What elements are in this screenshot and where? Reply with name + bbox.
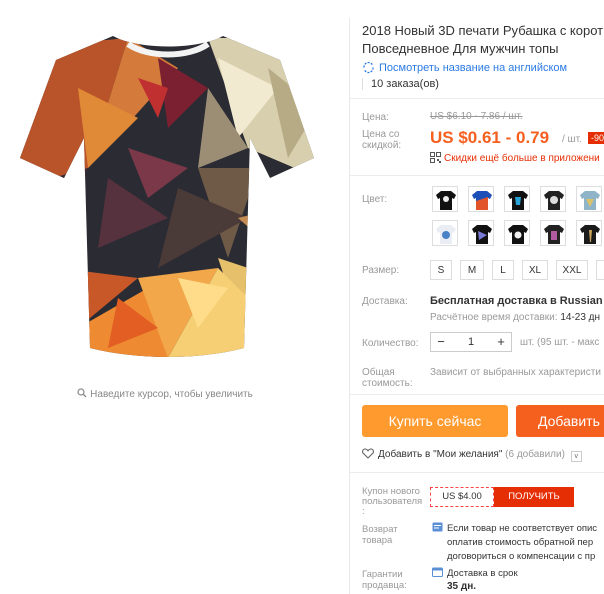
discount-price-label-line1: Цена со bbox=[362, 129, 400, 140]
zoom-hint: Наведите курсор, чтобы увеличить bbox=[0, 388, 330, 401]
color-swatch[interactable] bbox=[576, 220, 602, 246]
color-swatch[interactable] bbox=[504, 220, 530, 246]
size-option-xxl[interactable]: XXL bbox=[556, 260, 588, 280]
discount-badge: -90 bbox=[588, 132, 604, 144]
size-label: Размер: bbox=[362, 265, 400, 276]
guarantee-text: Доставка в срок bbox=[447, 568, 518, 579]
quantity-decrease-button[interactable]: − bbox=[431, 333, 451, 351]
size-option-x[interactable]: X bbox=[596, 260, 604, 280]
translate-link-text: Посмотреть название на английском bbox=[379, 62, 568, 74]
wishlist-label: Добавить в "Мои желания" bbox=[378, 449, 503, 460]
returns-policy: Если товар не соответствует опис оплатив… bbox=[432, 522, 597, 564]
color-swatch[interactable] bbox=[504, 186, 530, 212]
quantity-label: Количество: bbox=[362, 338, 419, 349]
size-option-s[interactable]: S bbox=[430, 260, 452, 280]
color-swatch[interactable] bbox=[576, 186, 602, 212]
product-details: 2018 Новый 3D печати Рубашка с коротки П… bbox=[350, 0, 604, 594]
color-swatch[interactable] bbox=[432, 220, 458, 246]
color-swatch[interactable] bbox=[540, 220, 566, 246]
returns-line3: договориться о компенсации с пр bbox=[447, 551, 596, 562]
divider bbox=[350, 98, 604, 99]
orders-count: 10 заказа(ов) bbox=[362, 78, 439, 90]
size-option-xl[interactable]: XL bbox=[522, 260, 548, 280]
chevron-down-icon[interactable]: v bbox=[570, 451, 582, 462]
returns-label-line1: Возврат bbox=[362, 524, 398, 535]
total-label-line2: стоимость: bbox=[362, 378, 413, 389]
divider bbox=[350, 472, 604, 473]
guarantee-delivery: Доставка в срок bbox=[432, 567, 518, 579]
delivery-estimate-days: 14-23 дн bbox=[560, 312, 601, 323]
magnifier-icon bbox=[77, 388, 87, 401]
translate-icon bbox=[362, 61, 375, 74]
coupon-label: Купон нового пользователя : bbox=[362, 487, 422, 517]
returns-label-line2: товара bbox=[362, 535, 393, 546]
product-title-line1: 2018 Новый 3D печати Рубашка с коротки bbox=[362, 23, 604, 38]
quantity-increase-button[interactable]: + bbox=[491, 333, 511, 351]
product-title-line2: Повседневное Для мужчин топы bbox=[362, 41, 559, 56]
quantity-note: шт. (95 шт. - макс bbox=[520, 337, 600, 348]
guarantee-label-line2: продавца: bbox=[362, 580, 407, 591]
total-note: Зависит от выбранных характеристи bbox=[430, 367, 601, 378]
old-price: US $6.10 - 7.86 / шт. bbox=[430, 111, 523, 122]
add-to-wishlist[interactable]: Добавить в "Мои желания" (6 добавили) v bbox=[362, 448, 582, 462]
returns-line1: Если товар не соответствует опис bbox=[447, 523, 598, 534]
image-gallery: Наведите курсор, чтобы увеличить bbox=[0, 0, 350, 594]
wishlist-count: (6 добавили) bbox=[505, 449, 565, 460]
guarantee-days: 35 дн. bbox=[447, 581, 477, 592]
color-swatch[interactable] bbox=[468, 186, 494, 212]
discount-price-label: Цена со скидкой: bbox=[362, 129, 401, 151]
app-discount-link[interactable]: Скидки ещё больше в приложени bbox=[430, 152, 600, 164]
translate-link[interactable]: Посмотреть название на английском bbox=[362, 61, 567, 74]
per-unit: / шт. bbox=[562, 134, 582, 145]
quantity-stepper: − 1 + bbox=[430, 332, 512, 352]
total-label-line1: Общая bbox=[362, 367, 395, 378]
return-policy-icon bbox=[432, 522, 443, 532]
color-swatch[interactable] bbox=[540, 186, 566, 212]
get-coupon-button[interactable]: ПОЛУЧИТЬ bbox=[494, 487, 574, 507]
guarantee-label-line1: Гарантии bbox=[362, 569, 403, 580]
coupon-label-line2: пользователя bbox=[362, 496, 423, 507]
color-swatch[interactable] bbox=[468, 220, 494, 246]
app-discount-text: Скидки ещё больше в приложени bbox=[444, 153, 600, 164]
color-label: Цвет: bbox=[362, 194, 388, 205]
product-image[interactable] bbox=[18, 28, 318, 368]
divider bbox=[350, 394, 604, 395]
buy-now-button[interactable]: Купить сейчас bbox=[362, 405, 508, 437]
total-label: Общая стоимость: bbox=[362, 367, 413, 389]
heart-icon bbox=[362, 448, 374, 459]
shipping-label: Доставка: bbox=[362, 296, 408, 307]
guarantee-label: Гарантии продавца: bbox=[362, 569, 407, 591]
returns-line2: оплатив стоимость обратной пер bbox=[447, 537, 594, 548]
zoom-hint-text: Наведите курсор, чтобы увеличить bbox=[90, 389, 253, 400]
size-option-m[interactable]: M bbox=[460, 260, 484, 280]
divider bbox=[350, 175, 604, 176]
product-title: 2018 Новый 3D печати Рубашка с коротки П… bbox=[362, 22, 604, 58]
delivery-estimate-label: Расчётное время доставки: bbox=[430, 312, 558, 323]
add-to-cart-button[interactable]: Добавить bbox=[516, 405, 604, 437]
delivery-estimate: Расчётное время доставки: 14-23 дн bbox=[430, 312, 600, 323]
discount-price-label-line2: скидкой: bbox=[362, 140, 402, 151]
qr-code-icon bbox=[430, 152, 441, 163]
size-option-l[interactable]: L bbox=[492, 260, 514, 280]
delivery-calendar-icon bbox=[432, 567, 443, 577]
color-swatch[interactable] bbox=[432, 186, 458, 212]
quantity-input[interactable]: 1 bbox=[451, 333, 491, 351]
current-price: US $0.61 - 0.79 bbox=[430, 128, 550, 147]
returns-label: Возврат товара bbox=[362, 524, 398, 546]
price-label: Цена: bbox=[362, 112, 389, 123]
coupon-label-line3: : bbox=[362, 506, 365, 517]
coupon-value: US $4.00 bbox=[430, 487, 494, 507]
shipping-method[interactable]: Бесплатная доставка в Russian Fed bbox=[430, 295, 604, 307]
